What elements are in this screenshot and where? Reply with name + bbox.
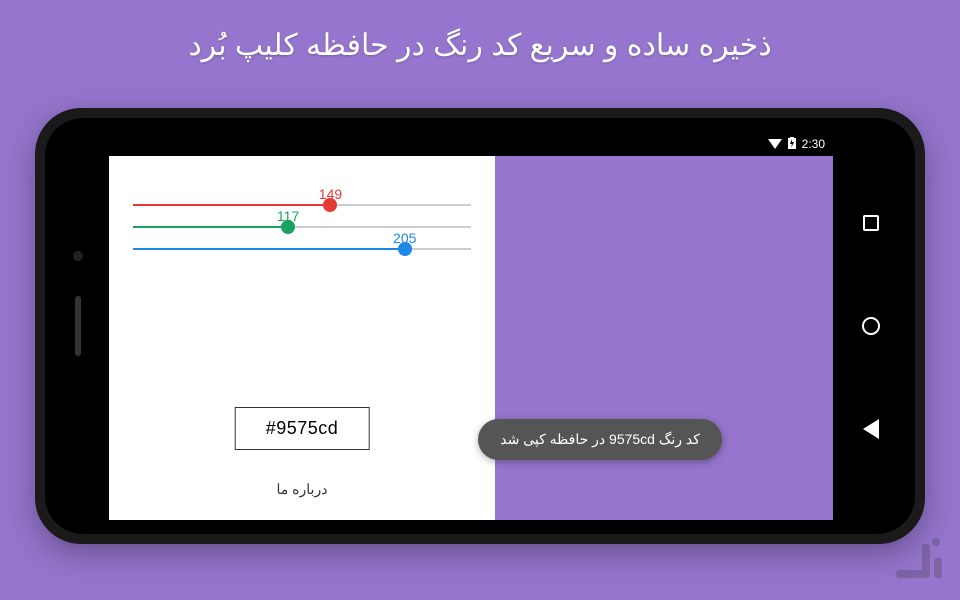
device-screen: 2:30 149 117 — [109, 132, 833, 520]
slider-green-fill — [133, 226, 288, 228]
slider-blue-thumb[interactable] — [398, 242, 412, 256]
phone-camera — [73, 251, 83, 261]
status-bar: 2:30 — [109, 132, 833, 156]
about-link[interactable]: درباره ما — [109, 481, 495, 498]
slider-blue[interactable]: 205 — [133, 248, 471, 250]
wifi-icon — [768, 137, 782, 152]
phone-body: 2:30 149 117 — [45, 118, 915, 534]
status-time: 2:30 — [802, 137, 825, 151]
slider-blue-fill — [133, 248, 405, 250]
battery-icon — [788, 137, 796, 152]
slider-red-thumb[interactable] — [323, 198, 337, 212]
phone-speaker — [75, 296, 81, 356]
watermark-icon — [886, 526, 946, 586]
copy-toast: کد رنگ 9575cd در حافظه کپی شد — [478, 419, 722, 460]
slider-red-fill — [133, 204, 330, 206]
color-preview — [495, 156, 833, 520]
back-button[interactable] — [860, 418, 882, 440]
android-nav-bar — [843, 132, 899, 520]
hex-code-box[interactable]: #9575cd — [235, 407, 370, 450]
phone-frame: 2:30 149 117 — [35, 108, 925, 544]
home-button[interactable] — [860, 315, 882, 337]
recent-apps-button[interactable] — [860, 212, 882, 234]
headline: ذخیره ساده و سریع کد رنگ در حافظه کلیپ ب… — [0, 0, 960, 83]
app-content: 149 117 205 — [109, 156, 833, 520]
slider-green-thumb[interactable] — [281, 220, 295, 234]
slider-green[interactable]: 117 — [133, 226, 471, 228]
slider-red[interactable]: 149 — [133, 204, 471, 206]
controls-panel: 149 117 205 — [109, 156, 495, 520]
